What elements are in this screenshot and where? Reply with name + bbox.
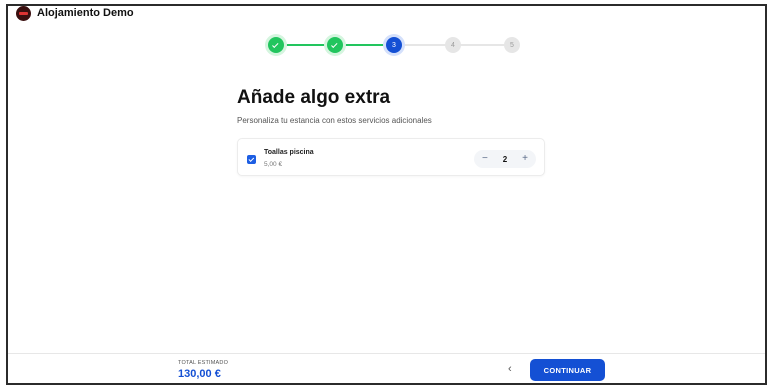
extra-item-card: Toallas piscina 5,00 € − 2 + [237,138,545,176]
app-title: Alojamiento Demo [37,7,134,19]
step-connector [334,44,394,46]
total-label: TOTAL ESTIMADO [178,360,229,366]
check-icon [272,41,279,48]
total-value: 130,00 € [178,368,221,380]
extra-item-checkbox[interactable] [247,155,256,164]
extra-item-price: 5,00 € [264,161,283,168]
decrement-button[interactable]: − [482,154,488,164]
check-icon [331,41,338,48]
quantity-stepper: − 2 + [474,150,536,168]
back-button[interactable]: ‹ [508,363,512,375]
progress-stepper: 3 4 5 [264,35,520,55]
app-window: Alojamiento Demo 3 4 5 Añade algo extra … [6,4,767,385]
continue-button[interactable]: CONTINUAR [530,359,605,381]
extra-item-name: Toallas piscina [264,149,314,156]
increment-button[interactable]: + [522,154,528,164]
footer-bar: TOTAL ESTIMADO 130,00 € ‹ CONTINUAR [8,353,765,383]
page-title: Añade algo extra [237,87,391,108]
step-1 [268,37,284,53]
page-subtitle: Personaliza tu estancia con estos servic… [237,116,432,125]
step-2 [327,37,343,53]
check-icon [248,156,254,162]
brand-logo [16,6,31,21]
step-3: 3 [386,37,402,53]
app-header: Alojamiento Demo [8,6,765,21]
quantity-value: 2 [502,154,508,164]
step-4: 4 [445,37,461,53]
step-5: 5 [504,37,520,53]
